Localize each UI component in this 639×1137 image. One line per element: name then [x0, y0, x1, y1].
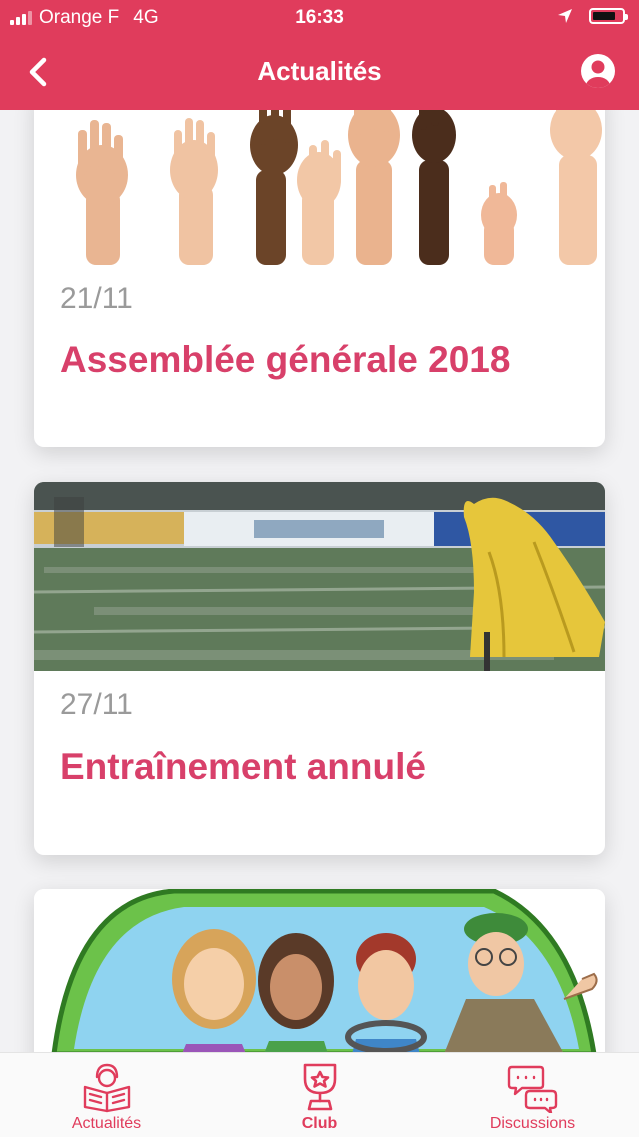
location-arrow-icon [558, 9, 572, 23]
news-card[interactable]: 21/11 Assemblée générale 2018 [34, 110, 605, 447]
account-circle-icon [581, 54, 615, 88]
tab-label: Club [301, 1115, 338, 1132]
tab-actualites[interactable]: Actualités [0, 1053, 213, 1137]
news-title: Entraînement annulé [60, 746, 426, 787]
tab-club[interactable]: Club [213, 1053, 426, 1137]
raised-hands-photo [34, 110, 605, 265]
app-header: Orange F 4G 16:33 Actualités [0, 0, 639, 110]
rainy-pitch-photo [34, 482, 605, 671]
chat-bubbles-icon [507, 1065, 557, 1113]
battery-level [593, 12, 615, 20]
news-card[interactable] [34, 889, 605, 1052]
tab-label: Actualités [71, 1115, 142, 1132]
profile-button[interactable] [579, 52, 617, 90]
tab-bar: Actualités Club Discussions [0, 1052, 639, 1137]
page-title: Actualités [257, 56, 382, 86]
status-right [557, 8, 628, 24]
trophy-star-icon [303, 1063, 336, 1111]
battery-icon [589, 8, 628, 24]
tab-discussions[interactable]: Discussions [426, 1053, 639, 1137]
news-date: 21/11 [60, 282, 133, 315]
news-card[interactable]: 27/11 Entraînement annulé [34, 482, 605, 855]
nav-bar: Actualités [0, 36, 639, 110]
status-bar: Orange F 4G 16:33 [0, 0, 639, 36]
news-feed[interactable]: 21/11 Assemblée générale 2018 27/11 Entr… [0, 110, 639, 1052]
carpool-cartoon [34, 889, 605, 1052]
status-time: 16:33 [295, 7, 344, 28]
tab-label: Discussions [489, 1115, 576, 1132]
news-title: Assemblée générale 2018 [60, 339, 511, 380]
reader-news-icon [83, 1063, 130, 1113]
news-date: 27/11 [60, 688, 133, 721]
